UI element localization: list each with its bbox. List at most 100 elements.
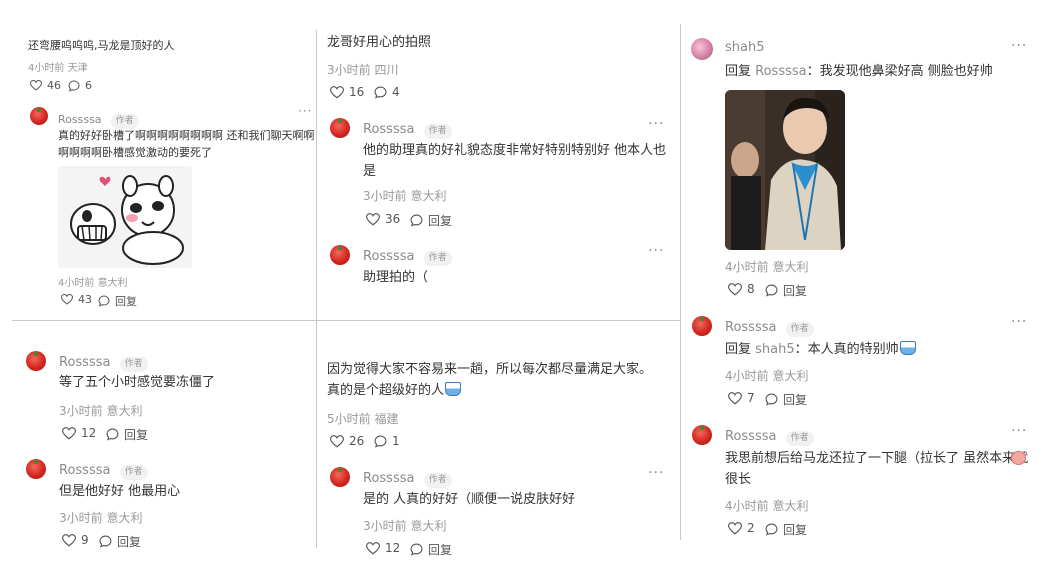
heart-outline-icon xyxy=(728,521,742,534)
more-options-button[interactable]: ··· xyxy=(648,465,664,481)
reply-text: 回复 shah5：本人真的特别帅 xyxy=(725,339,916,360)
reply-meta: 3小时前 意大利 xyxy=(363,189,447,203)
heart-outline-icon xyxy=(30,80,42,91)
speech-bubble-icon xyxy=(765,393,778,406)
username[interactable]: Rossssa xyxy=(59,463,110,478)
avatar[interactable] xyxy=(692,425,712,445)
username[interactable]: Rossssa xyxy=(363,471,414,486)
heart-outline-icon xyxy=(728,282,742,295)
reply-button[interactable]: 回复 xyxy=(106,426,148,443)
reply-text: 回复 Rossssa：我发现他鼻梁好高 侧脸也好帅 xyxy=(725,64,993,79)
reply-header: Rossssa 作者 xyxy=(59,459,148,480)
reply-button[interactable]: 回复 xyxy=(410,212,452,229)
comment-button[interactable]: 1 xyxy=(374,434,400,448)
like-button[interactable]: 43 xyxy=(61,293,92,306)
username[interactable]: Rossssa xyxy=(59,355,110,370)
reply-button[interactable]: 回复 xyxy=(98,293,137,309)
speech-bubble-icon xyxy=(765,284,778,297)
like-button[interactable]: 46 xyxy=(30,79,61,92)
speech-bubble-icon xyxy=(765,523,778,536)
reply-meta: 3小时前 意大利 xyxy=(59,404,143,418)
author-badge: 作者 xyxy=(423,473,452,488)
author-badge: 作者 xyxy=(119,357,148,372)
boat-emoji-icon xyxy=(445,382,462,396)
username[interactable]: Rossssa xyxy=(725,320,776,335)
attached-photo[interactable] xyxy=(725,90,845,250)
boat-emoji-icon xyxy=(899,341,916,355)
username[interactable]: Rossssa xyxy=(363,122,414,137)
username[interactable]: Rossssa xyxy=(363,249,414,264)
divider-v-1 xyxy=(316,30,317,548)
comment-button[interactable]: 6 xyxy=(68,79,92,92)
speech-bubble-icon xyxy=(68,79,80,92)
author-badge: 作者 xyxy=(785,322,814,337)
pig-emoji-icon xyxy=(1011,451,1026,465)
like-button[interactable]: 12 xyxy=(366,541,400,555)
comment-meta: 4小时前 天津 xyxy=(28,63,88,74)
speech-bubble-icon xyxy=(410,543,423,556)
reply-meta: 4小时前 意大利 xyxy=(725,260,809,274)
like-button[interactable]: 2 xyxy=(728,521,755,535)
comment-meta: 5小时前 福建 xyxy=(327,412,399,426)
reply-text: 是的 人真的好好（顺便一说皮肤好好 xyxy=(363,492,576,507)
avatar[interactable] xyxy=(692,316,712,336)
like-button[interactable]: 8 xyxy=(728,282,755,296)
speech-bubble-icon xyxy=(410,214,423,227)
more-options-button[interactable]: ··· xyxy=(1011,423,1027,439)
username[interactable]: Rossssa xyxy=(725,429,776,444)
avatar[interactable] xyxy=(26,351,46,371)
like-button[interactable]: 9 xyxy=(62,533,89,547)
avatar[interactable] xyxy=(26,459,46,479)
author-badge: 作者 xyxy=(423,251,452,266)
more-options-button[interactable]: ··· xyxy=(648,243,664,259)
heart-outline-icon xyxy=(62,426,76,439)
reply-button[interactable]: 回复 xyxy=(765,391,807,408)
speech-bubble-icon xyxy=(98,295,110,307)
speech-bubble-icon xyxy=(106,428,119,441)
avatar[interactable] xyxy=(330,245,350,265)
username[interactable]: shah5 xyxy=(725,40,765,55)
reply-button[interactable]: 回复 xyxy=(765,521,807,538)
more-options-button[interactable]: ··· xyxy=(1011,314,1027,330)
reply-header: Rossssa 作者 xyxy=(59,351,148,372)
reply-button[interactable]: 回复 xyxy=(410,541,452,558)
like-button[interactable]: 36 xyxy=(366,212,400,226)
reply-text: 他的助理真的好礼貌态度非常好特别特别好 他本人也是 xyxy=(363,143,667,179)
avatar[interactable] xyxy=(691,38,713,60)
reply-meta: 4小时前 意大利 xyxy=(725,369,809,383)
reply-button[interactable]: 回复 xyxy=(99,533,141,550)
reply-to-username[interactable]: Rossssa xyxy=(755,64,806,79)
like-button[interactable]: 12 xyxy=(62,426,96,440)
divider-h-left xyxy=(12,320,680,321)
avatar[interactable] xyxy=(330,467,350,487)
more-options-button[interactable]: ··· xyxy=(298,104,312,118)
like-button[interactable]: 7 xyxy=(728,391,755,405)
reply-button[interactable]: 回复 xyxy=(765,282,807,299)
heart-outline-icon xyxy=(728,391,742,404)
avatar[interactable] xyxy=(330,118,350,138)
comment-button[interactable]: 4 xyxy=(374,85,400,99)
comment-text: 因为觉得大家不容易来一趟，所以每次都尽量满足大家。真的是个超级好的人 xyxy=(327,362,653,398)
cartoon-sticker-icon xyxy=(70,175,184,265)
sticker-image[interactable] xyxy=(58,166,192,268)
person-photo-icon xyxy=(725,90,845,250)
more-options-button[interactable]: ··· xyxy=(1011,38,1027,54)
comment-meta: 3小时前 四川 xyxy=(327,63,399,77)
reply-to-username[interactable]: shah5 xyxy=(755,342,795,357)
reply-header: Rossssa 作者 xyxy=(58,108,139,129)
avatar[interactable] xyxy=(30,107,48,125)
like-button[interactable]: 26 xyxy=(330,434,364,448)
like-button[interactable]: 16 xyxy=(330,85,364,99)
username[interactable]: Rossssa xyxy=(58,113,102,126)
speech-bubble-icon xyxy=(374,435,387,448)
reply-header: Rossssa 作者 xyxy=(363,467,452,488)
speech-bubble-icon xyxy=(374,86,387,99)
reply-header: Rossssa 作者 xyxy=(363,118,452,139)
more-options-button[interactable]: ··· xyxy=(648,116,664,132)
reply-header: Rossssa 作者 xyxy=(725,316,814,337)
author-badge: 作者 xyxy=(785,431,814,446)
reply-text: 真的好好卧槽了啊啊啊啊啊啊啊啊 还和我们聊天啊啊啊啊啊啊卧槽感觉激动的要死了 xyxy=(58,129,315,159)
reply-meta: 4小时前 意大利 xyxy=(58,278,128,289)
reply-header: Rossssa 作者 xyxy=(725,425,814,446)
heart-outline-icon xyxy=(62,533,76,546)
